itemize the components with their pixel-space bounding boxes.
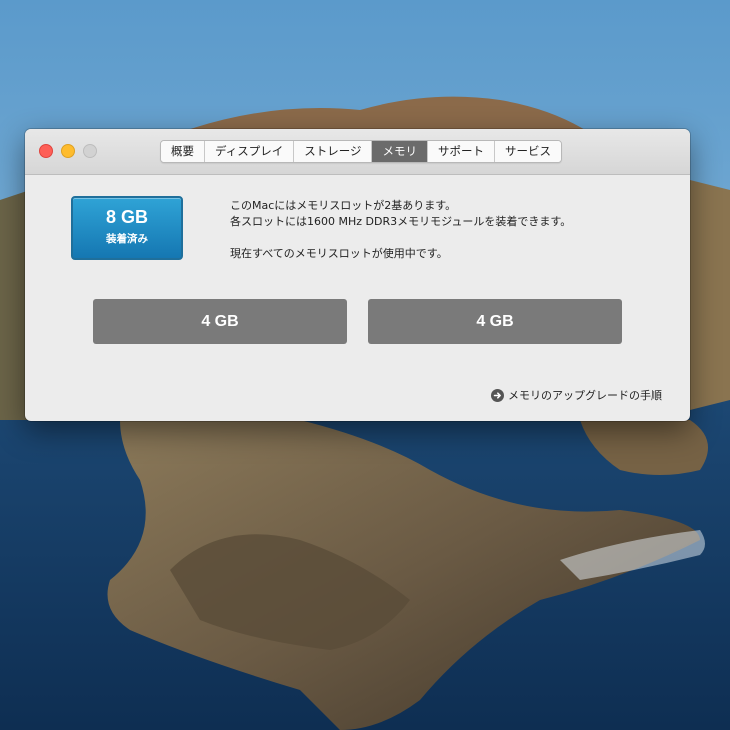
installed-memory-badge: 8 GB 装着済み [71,196,183,260]
tab-overview[interactable]: 概要 [161,141,205,162]
memory-upgrade-instructions-link[interactable]: メモリのアップグレードの手順 [491,387,662,403]
close-window-button[interactable] [39,144,53,158]
memory-slot-2: 4 GB [368,299,622,344]
slots-in-use-text: 現在すべてのメモリスロットが使用中です。 [230,247,448,260]
upgrade-link-label: メモリのアップグレードの手順 [508,389,662,402]
about-this-mac-window: 概要 ディスプレイ ストレージ メモリ サポート サービス 8 GB 装着済み … [25,129,690,421]
slot-count-text: このMacにはメモリスロットが2基あります。 [230,199,457,212]
tab-support[interactable]: サポート [427,141,495,162]
memory-slot-1: 4 GB [93,299,347,344]
total-memory-size: 8 GB [105,207,148,227]
arrow-right-circle-icon [491,388,504,402]
tab-displays[interactable]: ディスプレイ [205,141,295,162]
installed-label: 装着済み [106,233,148,245]
module-spec-text: 各スロットには1600 MHz DDR3メモリモジュールを装着できます。 [230,215,572,228]
tab-storage[interactable]: ストレージ [294,141,373,162]
memory-info-text: このMacにはメモリスロットが2基あります。 各スロットには1600 MHz D… [230,198,571,262]
tab-service[interactable]: サービス [494,141,561,162]
minimize-window-button[interactable] [61,144,75,158]
title-bar: 概要 ディスプレイ ストレージ メモリ サポート サービス [25,129,690,175]
tab-memory[interactable]: メモリ [372,141,428,162]
tab-bar: 概要 ディスプレイ ストレージ メモリ サポート サービス [160,140,562,163]
zoom-window-button[interactable] [83,144,97,158]
